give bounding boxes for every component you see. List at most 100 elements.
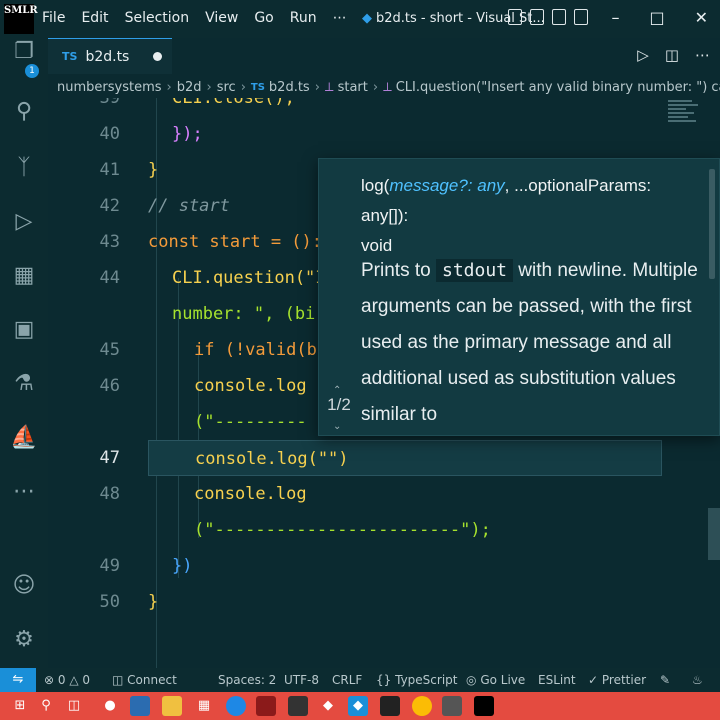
- taskbar-app-icon[interactable]: [288, 696, 308, 716]
- feedback-icon[interactable]: ✎: [660, 673, 670, 687]
- close-button[interactable]: ✕: [695, 8, 708, 27]
- menu-selection[interactable]: Selection: [125, 10, 190, 26]
- chevron-down-icon[interactable]: ⌄: [333, 421, 341, 432]
- code-line: 40 });: [48, 116, 688, 152]
- split-editor-icon[interactable]: ◫: [665, 46, 679, 64]
- files-icon[interactable]: ❐: [10, 38, 38, 66]
- toggle-panel-icon[interactable]: [530, 9, 544, 25]
- line-text: // start: [148, 196, 230, 216]
- logo-taskbar-icon[interactable]: [474, 696, 494, 716]
- desc-code: stdout: [435, 259, 514, 282]
- line-text: ("---------: [194, 412, 307, 432]
- tab-b2d-ts[interactable]: TS b2d.ts: [48, 38, 172, 74]
- breadcrumb-symbol-start[interactable]: start: [338, 80, 368, 95]
- breadcrumb-file[interactable]: b2d.ts: [269, 80, 310, 95]
- customize-layout-icon[interactable]: [574, 9, 588, 25]
- remote-explorer-icon[interactable]: ▣: [10, 316, 38, 344]
- minimap[interactable]: [668, 98, 702, 138]
- taskbar-app-icon[interactable]: ◆: [318, 696, 338, 716]
- problems-indicator[interactable]: ⊗ 0 △ 0: [44, 673, 90, 687]
- eslint-button[interactable]: ESLint: [538, 673, 576, 687]
- taskbar-app-icon[interactable]: [442, 696, 462, 716]
- line-number: 43: [99, 232, 120, 252]
- breadcrumb-folder-b2d[interactable]: b2d: [177, 80, 202, 95]
- taskbar-app-icon[interactable]: [130, 696, 150, 716]
- chevron-right-icon: ›: [166, 79, 172, 95]
- more-icon[interactable]: ⋯: [10, 478, 38, 506]
- line-text: if (!valid(bin: [194, 340, 338, 360]
- docker-icon[interactable]: ⛵: [10, 424, 38, 452]
- connect-label: Connect: [127, 673, 177, 687]
- search-icon[interactable]: ⚲: [10, 98, 38, 126]
- braces-icon: {}: [376, 673, 392, 687]
- status-bar: ⇋ ⊗ 0 △ 0 ◫ Connect Spaces: 2 UTF-8 CRLF…: [0, 668, 720, 692]
- minimize-button[interactable]: –: [611, 8, 619, 27]
- menu-file[interactable]: File: [42, 10, 65, 26]
- account-icon[interactable]: ☺: [10, 572, 38, 600]
- breadcrumb-folder-src[interactable]: src: [217, 80, 236, 95]
- vscode-icon: ◆: [362, 11, 372, 26]
- edge-browser-icon[interactable]: [226, 696, 246, 716]
- activity-bar: ❐ 1 ⚲ ᛉ ▷ ▦ ▣ ⚗ ⛵ ⋯ ☺ ⚙: [0, 38, 48, 668]
- menu-more[interactable]: ⋯: [333, 10, 347, 26]
- taskbar-app-icon[interactable]: [256, 696, 276, 716]
- code-token: CLI.close();: [172, 98, 295, 108]
- breadcrumb-symbol-callback[interactable]: CLI.question("Insert any valid binary nu…: [396, 80, 720, 95]
- chevron-right-icon: ›: [240, 79, 246, 95]
- code-line: 47: [48, 440, 688, 476]
- extensions-icon[interactable]: ▦: [10, 262, 38, 290]
- line-number: 45: [99, 340, 120, 360]
- chevron-right-icon: ›: [314, 79, 320, 95]
- encoding-button[interactable]: UTF-8: [284, 673, 319, 687]
- menu-go[interactable]: Go: [254, 10, 273, 26]
- symbol-icon: ⟂: [324, 79, 334, 95]
- toggle-secondary-sidebar-icon[interactable]: [552, 9, 566, 25]
- go-live-button[interactable]: ◎ Go Live: [466, 673, 525, 687]
- hover-scrollbar[interactable]: [709, 169, 715, 279]
- connect-button[interactable]: ◫ Connect: [112, 673, 177, 687]
- task-view-icon[interactable]: ◫: [64, 696, 84, 716]
- menu-view[interactable]: View: [205, 10, 238, 26]
- source-control-icon[interactable]: ᛉ: [10, 154, 38, 182]
- run-icon[interactable]: ▷: [637, 46, 649, 64]
- taskbar-app-icon[interactable]: ▦: [194, 696, 214, 716]
- menu-run[interactable]: Run: [290, 10, 317, 26]
- taskbar-app-icon[interactable]: ●: [100, 696, 120, 716]
- line-text: CLI.question("I: [172, 268, 326, 288]
- maximize-button[interactable]: □: [649, 8, 664, 27]
- toggle-primary-sidebar-icon[interactable]: [508, 9, 522, 25]
- chrome-browser-icon[interactable]: [412, 696, 432, 716]
- line-number: 48: [99, 484, 120, 504]
- vertical-scrollbar[interactable]: [708, 508, 720, 560]
- code-line: 39 CLI.close();: [48, 98, 688, 116]
- testing-icon[interactable]: ⚗: [10, 370, 38, 398]
- signature-fn: log(: [361, 176, 390, 195]
- check-all-icon: ✓: [588, 673, 599, 687]
- terminal-taskbar-icon[interactable]: [380, 696, 400, 716]
- code-line: 49 }): [48, 548, 688, 584]
- line-text: CLI.close();: [172, 98, 295, 116]
- unsaved-dot-icon[interactable]: [153, 52, 162, 61]
- line-text: const start = ():: [148, 232, 322, 252]
- vscode-taskbar-icon[interactable]: ◆: [348, 696, 368, 716]
- indentation-button[interactable]: Spaces: 2: [218, 673, 276, 687]
- prettier-button[interactable]: ✓ Prettier: [588, 673, 646, 687]
- windows-start-icon[interactable]: ⊞: [10, 696, 30, 716]
- run-debug-icon[interactable]: ▷: [10, 208, 38, 236]
- file-explorer-icon[interactable]: [162, 696, 182, 716]
- channel-logo: SMLR: [4, 4, 38, 34]
- language-mode-button[interactable]: {} TypeScript: [376, 673, 457, 687]
- signature-param: message?: any: [389, 176, 505, 195]
- taskbar-search-icon[interactable]: ⚲: [36, 696, 56, 716]
- settings-icon[interactable]: ⚙: [10, 626, 38, 654]
- more-actions-icon[interactable]: ⋯: [695, 46, 710, 64]
- menu-edit[interactable]: Edit: [81, 10, 108, 26]
- typescript-file-icon: TS: [250, 81, 265, 93]
- warning-count: 0: [82, 673, 91, 687]
- eol-button[interactable]: CRLF: [332, 673, 362, 687]
- notifications-bell-icon[interactable]: ♨: [692, 673, 703, 687]
- breadcrumb-folder-numbersystems[interactable]: numbersystems: [57, 80, 162, 95]
- warning-icon: △: [69, 673, 79, 687]
- remote-indicator-icon[interactable]: ⇋: [0, 668, 36, 692]
- go-live-label: Go Live: [480, 673, 526, 687]
